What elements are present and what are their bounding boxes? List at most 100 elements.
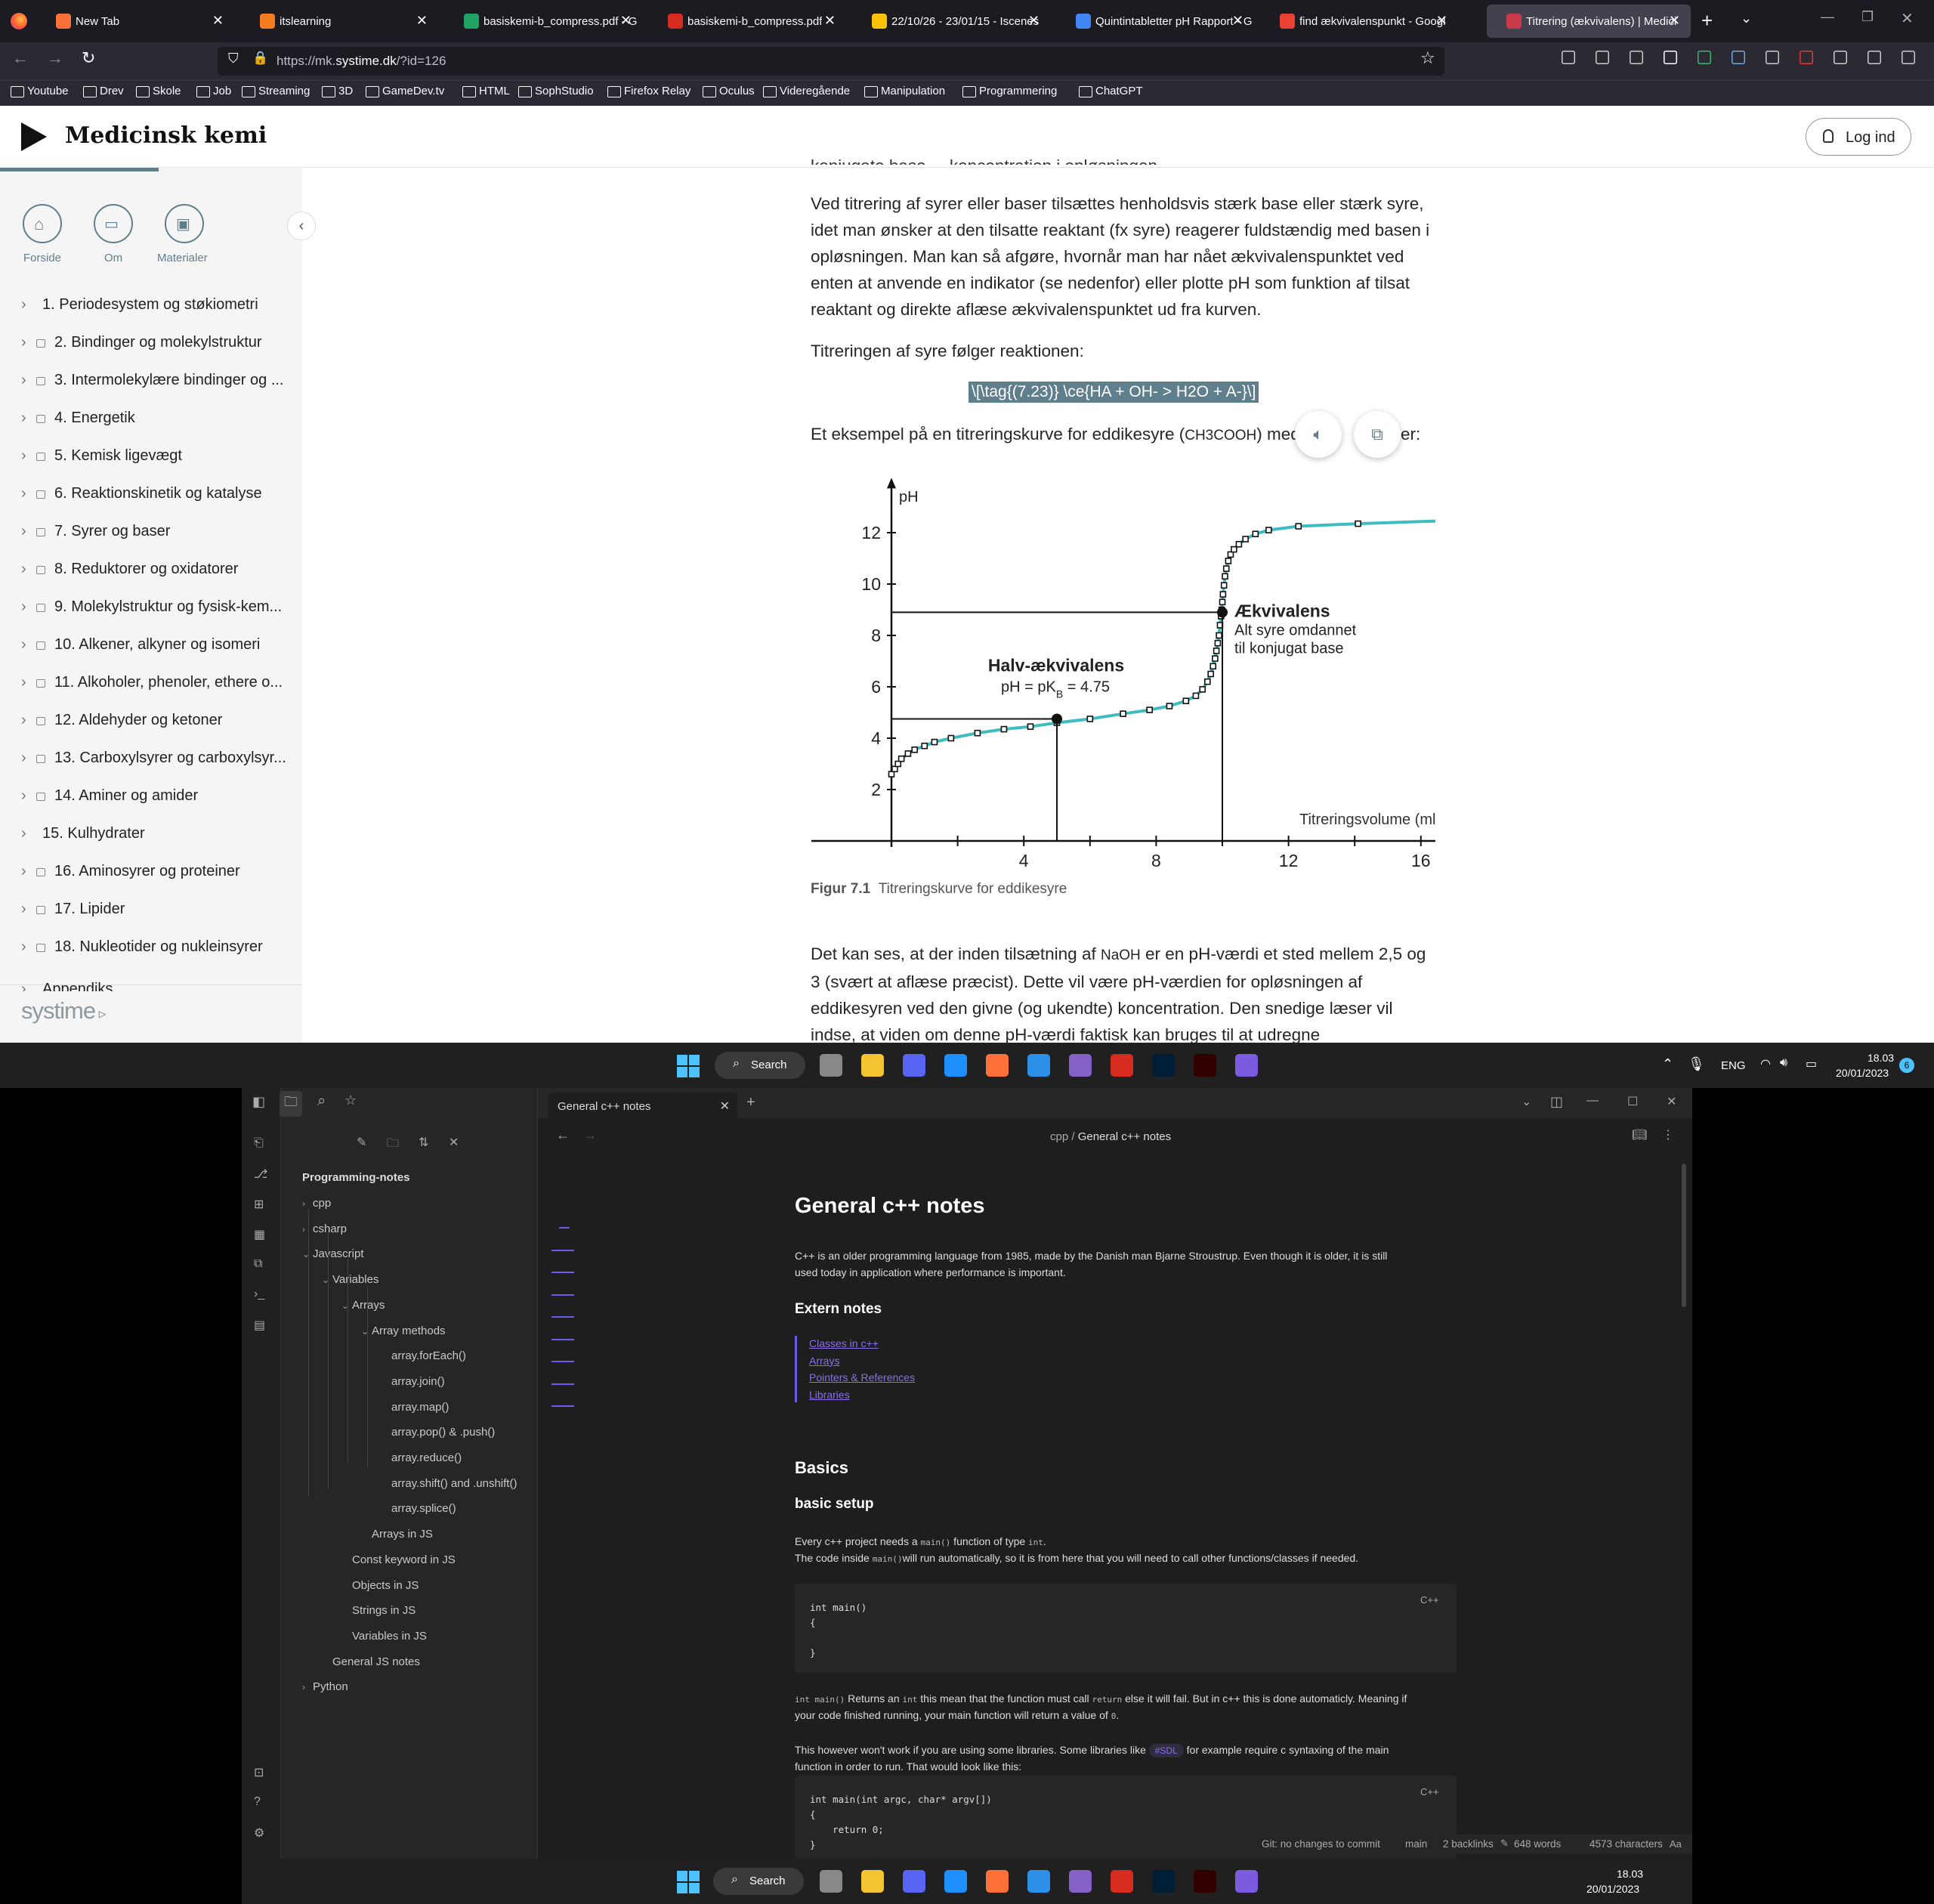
open-quick-switcher-icon[interactable]: ⎗	[254, 1136, 264, 1150]
tray-chevron-icon[interactable]: ⌃	[1662, 1056, 1673, 1072]
new-tab-plus-icon[interactable]: +	[746, 1094, 755, 1111]
url-text[interactable]: https://mk.systime.dk/?id=126	[277, 54, 446, 69]
reload-icon[interactable]: ↻	[82, 48, 95, 68]
collapse-sidebar-button[interactable]: ‹	[287, 212, 316, 240]
status-item[interactable]: main	[1405, 1838, 1427, 1850]
file-tree-item[interactable]: › cpp	[302, 1197, 331, 1210]
outline-marker[interactable]	[551, 1294, 574, 1296]
chapter-item[interactable]: › 17. Lipider	[21, 901, 293, 918]
chapter-item[interactable]: › 10. Alkener, alkyner og isomeri	[21, 636, 293, 654]
nav-forward-icon[interactable]: →	[583, 1127, 597, 1143]
pencil-icon[interactable]: ✎	[1500, 1838, 1509, 1850]
file-tree-item[interactable]: Const keyword in JS	[341, 1553, 456, 1566]
language-indicator[interactable]: ENG	[1721, 1059, 1746, 1072]
bookmark-item[interactable]: ChatGPT	[1079, 85, 1143, 97]
notification-badge[interactable]: 6	[1899, 1058, 1914, 1073]
firefox-dev-icon[interactable]	[944, 1870, 967, 1893]
mic-icon[interactable]: 🎙︎	[1688, 1056, 1705, 1072]
more-options-icon[interactable]: ⋮	[1662, 1127, 1674, 1142]
close-tab-icon[interactable]: ✕	[1436, 13, 1447, 29]
speaker-button[interactable]: 🔈︎	[1295, 411, 1342, 458]
forward-icon[interactable]: →	[47, 48, 63, 68]
tab-list-icon[interactable]: ⌄	[1741, 11, 1752, 26]
file-explorer-icon[interactable]	[861, 1870, 884, 1893]
visual-studio-icon[interactable]	[1069, 1054, 1092, 1077]
clock-date[interactable]: 20/01/2023	[1836, 1067, 1889, 1079]
outline-marker[interactable]	[551, 1383, 574, 1385]
file-tree-item[interactable]: Variables in JS	[341, 1630, 427, 1643]
file-tree-item[interactable]: ⌄ Array methods	[361, 1324, 446, 1337]
wifi-icon[interactable]: ◠	[1760, 1056, 1771, 1071]
obsidian-icon[interactable]	[1235, 1870, 1258, 1893]
obsidian-icon[interactable]	[1235, 1054, 1258, 1077]
file-tree-item[interactable]: › Python	[302, 1680, 348, 1693]
chapter-item[interactable]: › 12. Aldehyder og ketoner	[21, 712, 293, 729]
login-button[interactable]: Log ind	[1806, 118, 1911, 156]
files-icon[interactable]: 🗀	[280, 1091, 302, 1117]
table-icon[interactable]: ▤	[254, 1318, 265, 1333]
status-item[interactable]: 4573 characters	[1590, 1838, 1663, 1850]
firefox-dev-icon[interactable]	[944, 1054, 967, 1077]
close-tab-icon[interactable]: ✕	[1669, 13, 1680, 29]
ublock-icon[interactable]	[1698, 51, 1711, 64]
left-sidebar-icon[interactable]: ◧	[252, 1094, 265, 1110]
chapter-item[interactable]: › 2. Bindinger og molekylstruktur	[21, 334, 293, 351]
taskbar-search[interactable]: ⌕ Search	[715, 1052, 805, 1079]
clock-date-2[interactable]: 20/01/2023	[1586, 1883, 1639, 1895]
bookmark-item[interactable]: GameDev.tv	[366, 85, 444, 97]
nav-om[interactable]: Om	[104, 252, 122, 264]
vault-name[interactable]: Programming-notes	[302, 1171, 410, 1184]
breadcrumb-file[interactable]: General c++ notes	[1078, 1130, 1171, 1143]
bookmark-item[interactable]: Oculus	[703, 85, 755, 97]
minimize-icon[interactable]: —	[1821, 9, 1834, 25]
bookmark-star-icon[interactable]: ☆	[344, 1093, 357, 1108]
chapter-item[interactable]: › 9. Molekylstruktur og fysisk-kem...	[21, 598, 293, 616]
canvas-icon[interactable]: ⊞	[254, 1197, 264, 1212]
settings-gear-icon[interactable]: ⚙	[254, 1825, 264, 1841]
bookmark-item[interactable]: Skole	[136, 85, 181, 97]
visual-studio-icon[interactable]	[1069, 1870, 1092, 1893]
clock-time-2[interactable]: 18.03	[1617, 1868, 1643, 1880]
outline-marker[interactable]	[559, 1227, 570, 1229]
browser-tab[interactable]: basiskemi-b_compress.pdf ✕	[648, 0, 846, 42]
file-tree-item[interactable]: ⌄ Variables	[322, 1273, 378, 1286]
windows-start-icon[interactable]	[677, 1055, 700, 1077]
file-tree-item[interactable]: Arrays in JS	[361, 1528, 433, 1541]
close-window-icon[interactable]: ✕	[1901, 9, 1914, 28]
wrench-icon[interactable]	[1562, 51, 1575, 64]
close-tab-icon[interactable]: ✕	[824, 13, 836, 29]
chapter-item[interactable]: › 11. Alkoholer, phenoler, ethere o...	[21, 674, 293, 691]
account-icon[interactable]	[1664, 51, 1677, 64]
discord-icon[interactable]	[903, 1054, 925, 1077]
nav-materialer[interactable]: Materialer	[157, 252, 208, 264]
file-tree-item[interactable]: General JS notes	[322, 1655, 420, 1668]
help-vault-icon[interactable]: ⊡	[254, 1765, 264, 1780]
gear-ext-icon[interactable]	[1834, 51, 1847, 64]
file-tree-item[interactable]: ⌄ Javascript	[302, 1247, 364, 1260]
close-tab-icon[interactable]: ✕	[212, 13, 224, 29]
collapse-all-icon[interactable]: ✕	[449, 1135, 459, 1150]
copy-button[interactable]: ⧉	[1354, 411, 1401, 458]
font-case-icon[interactable]: Aa	[1670, 1838, 1682, 1850]
chapter-item[interactable]: › 7. Syrer og baser	[21, 523, 293, 540]
chapter-item[interactable]: › 18. Nukleotider og nukleinsyrer	[21, 938, 293, 956]
image-icon[interactable]: ▣	[165, 204, 204, 243]
close-tab-icon[interactable]: ✕	[1028, 13, 1040, 29]
internal-link[interactable]: Classes in c++	[809, 1337, 879, 1349]
file-tree-item[interactable]: array.join()	[381, 1375, 445, 1388]
chapter-item[interactable]: › 3. Intermolekylære bindinger og ...	[21, 372, 293, 389]
new-tab-icon[interactable]: +	[1701, 9, 1713, 32]
close-tab-icon[interactable]: ✕	[720, 1099, 730, 1114]
status-item[interactable]: 2 backlinks	[1443, 1838, 1494, 1850]
chapter-item[interactable]: › 6. Reaktionskinetik og katalyse	[21, 485, 293, 502]
bookmark-item[interactable]: Youtube	[11, 85, 69, 97]
internal-link[interactable]: Libraries	[809, 1389, 850, 1401]
vscode-icon[interactable]	[1027, 1870, 1050, 1893]
bookmark-item[interactable]: Firefox Relay	[607, 85, 690, 97]
scrollbar-thumb[interactable]	[1682, 1164, 1686, 1307]
nav-back-icon[interactable]: ←	[556, 1127, 570, 1143]
browser-tab[interactable]: Quintintabletter pH Rapport - G ✕	[1056, 0, 1254, 42]
sidebar-toggle-icon[interactable]: ◫	[1550, 1094, 1563, 1110]
browser-tab[interactable]: basiskemi-b_compress.pdf - G ✕	[444, 0, 642, 42]
command-palette-icon[interactable]: ›_	[254, 1287, 264, 1301]
